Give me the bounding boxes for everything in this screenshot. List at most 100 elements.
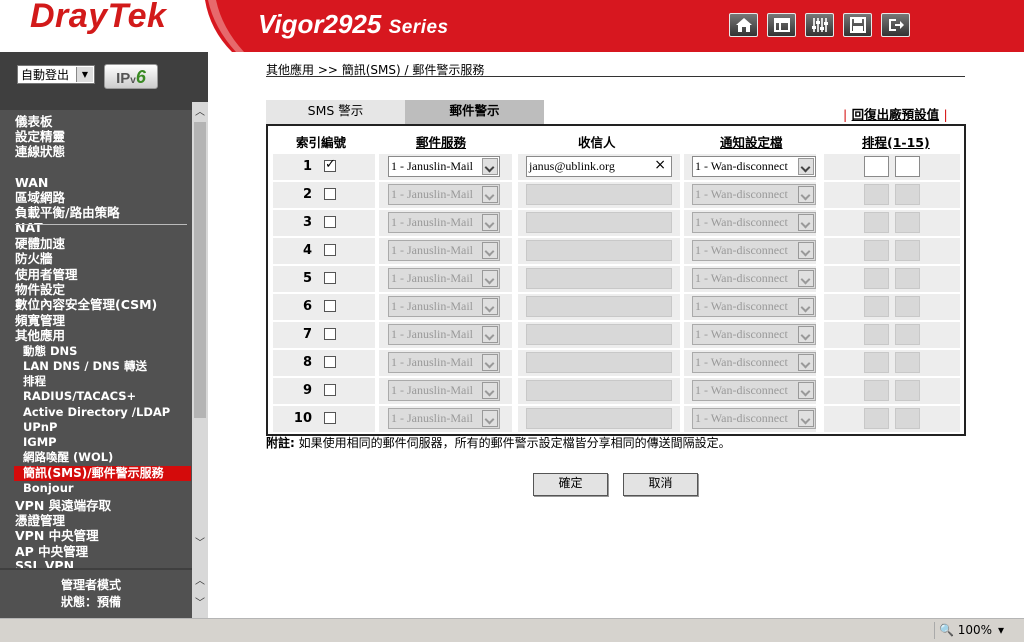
- sidebar-item[interactable]: LAN DNS / DNS 轉送: [23, 359, 147, 374]
- notify-profile-select[interactable]: 1 - Wan-disconnect: [692, 156, 816, 177]
- recipient-input[interactable]: [526, 296, 672, 317]
- recipient-input[interactable]: [526, 212, 672, 233]
- tab-sms-alert[interactable]: SMS 警示: [266, 100, 405, 124]
- schedule-input-1[interactable]: [864, 212, 889, 233]
- schedule-input-1[interactable]: [864, 156, 889, 177]
- sidebar-item[interactable]: WAN: [15, 175, 48, 190]
- recipient-input[interactable]: [526, 324, 672, 345]
- status-scrollbar[interactable]: ︿ ﹀: [192, 570, 208, 618]
- schedule-input-2[interactable]: [895, 352, 920, 373]
- sidebar-item[interactable]: SSL VPN: [15, 558, 74, 568]
- sidebar-item[interactable]: VPN 與遠端存取: [15, 498, 111, 513]
- sidebar-item[interactable]: 負載平衡/路由策略: [15, 205, 120, 220]
- mail-service-select[interactable]: 1 - Januslin-Mail: [388, 408, 500, 429]
- mail-service-select[interactable]: 1 - Januslin-Mail: [388, 380, 500, 401]
- row-enable-checkbox[interactable]: [324, 244, 336, 256]
- sidebar-item[interactable]: 設定精靈: [15, 129, 65, 144]
- recipient-input[interactable]: [526, 352, 672, 373]
- schedule-input-1[interactable]: [864, 380, 889, 401]
- row-enable-checkbox[interactable]: [324, 356, 336, 368]
- sidebar-item[interactable]: AP 中央管理: [15, 544, 88, 559]
- row-enable-checkbox[interactable]: [324, 188, 336, 200]
- sidebar-item[interactable]: 防火牆: [15, 251, 53, 266]
- schedule-input-2[interactable]: [895, 324, 920, 345]
- notify-profile-select[interactable]: 1 - Wan-disconnect: [692, 408, 816, 429]
- row-enable-checkbox[interactable]: [324, 157, 336, 172]
- mail-service-select[interactable]: 1 - Januslin-Mail: [388, 240, 500, 261]
- sidebar-item[interactable]: 排程: [23, 374, 46, 389]
- cancel-button[interactable]: 取消: [623, 473, 698, 496]
- sidebar-item[interactable]: Bonjour: [23, 481, 74, 496]
- scroll-up-icon[interactable]: ︿: [192, 574, 208, 590]
- sidebar-item[interactable]: 物件設定: [15, 282, 65, 297]
- schedule-input-1[interactable]: [864, 268, 889, 289]
- sidebar-item[interactable]: 連線狀態: [15, 144, 65, 159]
- row-enable-checkbox[interactable]: [324, 384, 336, 396]
- sidebar-item[interactable]: VPN 中央管理: [15, 528, 99, 543]
- notify-profile-select[interactable]: 1 - Wan-disconnect: [692, 296, 816, 317]
- auto-logout-select[interactable]: 自動登出 ▼: [17, 65, 95, 84]
- recipient-input[interactable]: [526, 268, 672, 289]
- quick-start-icon[interactable]: [767, 13, 796, 37]
- recipient-input[interactable]: [526, 408, 672, 429]
- mail-service-select[interactable]: 1 - Januslin-Mail: [388, 212, 500, 233]
- settings-sliders-icon[interactable]: [805, 13, 834, 37]
- sidebar-item[interactable]: 憑證管理: [15, 513, 65, 528]
- row-enable-checkbox[interactable]: [324, 216, 336, 228]
- schedule-input-2[interactable]: [895, 156, 920, 177]
- schedule-input-1[interactable]: [864, 408, 889, 429]
- tab-mail-alert[interactable]: 郵件警示: [405, 100, 544, 124]
- mail-service-select[interactable]: 1 - Januslin-Mail: [388, 296, 500, 317]
- mail-service-select[interactable]: 1 - Januslin-Mail: [388, 352, 500, 373]
- recipient-input[interactable]: [526, 184, 672, 205]
- sidebar-item[interactable]: 動態 DNS: [23, 344, 77, 359]
- sidebar-item[interactable]: Active Directory /LDAP: [23, 405, 170, 420]
- sidebar-item[interactable]: NAT: [15, 220, 43, 235]
- sidebar-scrollbar[interactable]: ︿ ﹀: [192, 102, 208, 570]
- schedule-input-2[interactable]: [895, 184, 920, 205]
- sidebar-item[interactable]: 簡訊(SMS)/郵件警示服務: [14, 466, 191, 481]
- sidebar-item[interactable]: 數位內容安全管理(CSM): [15, 297, 157, 312]
- clear-icon[interactable]: ×: [654, 157, 666, 173]
- schedule-input-1[interactable]: [864, 324, 889, 345]
- recipient-input[interactable]: janus@ublink.org ×: [526, 156, 672, 177]
- schedule-input-1[interactable]: [864, 240, 889, 261]
- mail-service-select[interactable]: 1 - Januslin-Mail: [388, 324, 500, 345]
- row-enable-checkbox[interactable]: [324, 328, 336, 340]
- mail-service-select[interactable]: 1 - Januslin-Mail: [388, 156, 500, 177]
- sidebar-item[interactable]: 儀表板: [15, 114, 53, 129]
- schedule-input-1[interactable]: [864, 352, 889, 373]
- schedule-input-2[interactable]: [895, 240, 920, 261]
- sidebar-item[interactable]: 其他應用: [15, 328, 65, 343]
- schedule-input-2[interactable]: [895, 268, 920, 289]
- sidebar-item[interactable]: 使用者管理: [15, 267, 78, 282]
- notify-profile-select[interactable]: 1 - Wan-disconnect: [692, 352, 816, 373]
- mail-service-select[interactable]: 1 - Januslin-Mail: [388, 184, 500, 205]
- schedule-input-2[interactable]: [895, 408, 920, 429]
- notify-profile-select[interactable]: 1 - Wan-disconnect: [692, 240, 816, 261]
- recipient-input[interactable]: [526, 240, 672, 261]
- save-icon[interactable]: [843, 13, 872, 37]
- sidebar-item[interactable]: 頻寬管理: [15, 313, 65, 328]
- mail-service-select[interactable]: 1 - Januslin-Mail: [388, 268, 500, 289]
- notify-profile-select[interactable]: 1 - Wan-disconnect: [692, 212, 816, 233]
- scroll-up-icon[interactable]: ︿: [192, 105, 208, 121]
- scroll-down-icon[interactable]: ﹀: [192, 596, 208, 612]
- row-enable-checkbox[interactable]: [324, 412, 336, 424]
- scroll-down-icon[interactable]: ﹀: [192, 536, 208, 552]
- notify-profile-select[interactable]: 1 - Wan-disconnect: [692, 380, 816, 401]
- ipv6-icon[interactable]: IPv6: [104, 64, 158, 89]
- sidebar-item[interactable]: IGMP: [23, 435, 57, 450]
- notify-profile-select[interactable]: 1 - Wan-disconnect: [692, 184, 816, 205]
- row-enable-checkbox[interactable]: [324, 300, 336, 312]
- sidebar-item[interactable]: 硬體加速: [15, 236, 65, 251]
- schedule-input-2[interactable]: [895, 212, 920, 233]
- notify-profile-select[interactable]: 1 - Wan-disconnect: [692, 324, 816, 345]
- schedule-input-1[interactable]: [864, 184, 889, 205]
- notify-profile-select[interactable]: 1 - Wan-disconnect: [692, 268, 816, 289]
- sidebar-item[interactable]: 網路喚醒 (WOL): [23, 450, 113, 465]
- restore-default-link[interactable]: | 回復出廠預設值 |: [843, 104, 948, 123]
- schedule-input-2[interactable]: [895, 296, 920, 317]
- ok-button[interactable]: 確定: [533, 473, 608, 496]
- logout-icon[interactable]: [881, 13, 910, 37]
